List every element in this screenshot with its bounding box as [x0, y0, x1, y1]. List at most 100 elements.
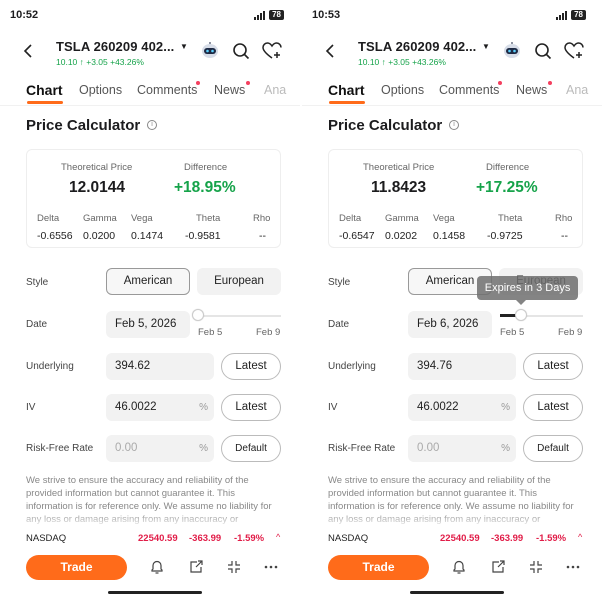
signal-icon	[254, 10, 266, 20]
trade-button[interactable]: Trade	[328, 555, 429, 580]
home-indicator	[108, 591, 202, 594]
tab-comments[interactable]: Comments	[439, 83, 499, 97]
risk-free-default-button[interactable]: Default	[221, 435, 281, 462]
share-icon[interactable]	[188, 559, 204, 575]
collapse-icon[interactable]	[226, 559, 242, 575]
risk-free-default-button[interactable]: Default	[523, 435, 583, 462]
theta-label: Theta	[196, 213, 221, 224]
tab-news[interactable]: News	[516, 83, 547, 97]
date-slider-handle[interactable]	[192, 309, 204, 321]
price-alert-bell-icon[interactable]	[451, 559, 467, 575]
difference-value: +18.95%	[174, 179, 236, 196]
index-ticker-bar[interactable]: NASDAQ 22540.59 -363.99 -1.59% ^	[0, 527, 300, 549]
more-icon[interactable]	[263, 559, 279, 575]
unread-dot	[548, 81, 552, 85]
section-title: Price Calculator	[328, 117, 443, 134]
tab-comments[interactable]: Comments	[137, 83, 197, 97]
vega-label: Vega	[131, 213, 153, 224]
tab-chart[interactable]: Chart	[26, 82, 63, 98]
add-favorite-icon[interactable]	[262, 42, 282, 60]
date-field[interactable]: Feb 6, 2026	[408, 311, 492, 338]
screen-panel: 10:52 78 TSLA 260209 402... ▼ 10.10 ↑ +3…	[0, 0, 300, 600]
trade-button[interactable]: Trade	[26, 555, 127, 580]
status-indicators: 78	[254, 10, 284, 20]
delta-label: Delta	[37, 213, 60, 224]
percent-suffix: %	[501, 443, 510, 454]
iv-value: 46.0022	[115, 401, 157, 413]
date-field[interactable]: Feb 5, 2026	[106, 311, 190, 338]
slider-end-label: Feb 9	[256, 327, 281, 338]
search-icon[interactable]	[232, 42, 250, 60]
iv-field[interactable]: 46.0022 %	[106, 394, 214, 421]
iv-label: IV	[328, 402, 338, 413]
ticker-title[interactable]: TSLA 260209 402...	[358, 39, 476, 54]
iv-latest-button[interactable]: Latest	[221, 394, 281, 421]
tab-analysis[interactable]: Ana	[566, 83, 588, 97]
style-label: Style	[26, 277, 49, 288]
underlying-field[interactable]: 394.62	[106, 353, 214, 380]
theoretical-price-label: Theoretical Price	[363, 162, 435, 173]
tab-analysis[interactable]: Ana	[264, 83, 286, 97]
style-american-button[interactable]: American	[106, 268, 190, 295]
caret-down-icon[interactable]: ▼	[482, 42, 490, 51]
gamma-label: Gamma	[83, 213, 117, 224]
tab-chart[interactable]: Chart	[328, 82, 365, 98]
status-bar: 10:52 78	[0, 0, 300, 30]
status-time: 10:52	[10, 9, 39, 21]
iv-latest-button[interactable]: Latest	[523, 394, 583, 421]
index-change-pct: -1.59%	[234, 533, 265, 544]
theoretical-price-label: Theoretical Price	[61, 162, 133, 173]
chevron-up-icon[interactable]: ^	[578, 532, 582, 542]
risk-free-rate-field[interactable]: 0.00 %	[408, 435, 516, 462]
price-alert-bell-icon[interactable]	[149, 559, 165, 575]
delta-label: Delta	[339, 213, 362, 224]
difference-label: Difference	[184, 162, 228, 173]
underlying-latest-button[interactable]: Latest	[523, 353, 583, 380]
index-name: NASDAQ	[328, 533, 369, 544]
search-icon[interactable]	[534, 42, 552, 60]
info-icon[interactable]: i	[449, 120, 459, 130]
index-ticker-bar[interactable]: NASDAQ 22540.59 -363.99 -1.59% ^	[302, 527, 602, 549]
percent-suffix: %	[501, 402, 510, 413]
theta-value: -0.9725	[487, 230, 523, 242]
caret-down-icon[interactable]: ▼	[180, 42, 188, 51]
percent-suffix: %	[199, 443, 208, 454]
signal-icon	[556, 10, 568, 20]
delta-value: -0.6556	[37, 230, 73, 242]
risk-free-rate-field[interactable]: 0.00 %	[106, 435, 214, 462]
date-slider-handle[interactable]	[514, 309, 527, 321]
ai-robot-icon[interactable]	[200, 40, 220, 60]
style-european-button[interactable]: European	[197, 268, 281, 295]
home-indicator	[410, 591, 504, 594]
share-icon[interactable]	[490, 559, 506, 575]
slider-end-label: Feb 9	[558, 327, 583, 338]
theta-label: Theta	[498, 213, 523, 224]
date-slider-track[interactable]	[198, 315, 281, 317]
underlying-label: Underlying	[26, 361, 74, 372]
ticker-price-change: 10.10 ↑ +3.05 +43.26%	[56, 57, 144, 67]
info-icon[interactable]: i	[147, 120, 157, 130]
header: TSLA 260209 402... ▼ 10.10 ↑ +3.05 +43.2…	[302, 30, 602, 74]
risk-free-rate-label: Risk-Free Rate	[26, 443, 94, 454]
index-price: 22540.59	[440, 533, 480, 544]
tab-news[interactable]: News	[214, 83, 245, 97]
unread-dot	[498, 81, 502, 85]
tab-bar: Chart Options Comments News Ana	[302, 74, 602, 106]
risk-free-rate-value: 0.00	[417, 442, 440, 454]
ticker-price-change: 10.10 ↑ +3.05 +43.26%	[358, 57, 446, 67]
collapse-icon[interactable]	[528, 559, 544, 575]
tab-options[interactable]: Options	[79, 83, 122, 97]
theoretical-price-value: 12.0144	[69, 179, 126, 196]
ticker-title[interactable]: TSLA 260209 402...	[56, 39, 174, 54]
more-icon[interactable]	[565, 559, 581, 575]
underlying-latest-button[interactable]: Latest	[221, 353, 281, 380]
add-favorite-icon[interactable]	[564, 42, 584, 60]
back-arrow-icon[interactable]	[324, 44, 336, 58]
tab-options[interactable]: Options	[381, 83, 424, 97]
expiry-tooltip: Expires in 3 Days	[476, 276, 579, 300]
ai-robot-icon[interactable]	[502, 40, 522, 60]
iv-field[interactable]: 46.0022 %	[408, 394, 516, 421]
chevron-up-icon[interactable]: ^	[276, 532, 280, 542]
back-arrow-icon[interactable]	[22, 44, 34, 58]
underlying-field[interactable]: 394.76	[408, 353, 516, 380]
